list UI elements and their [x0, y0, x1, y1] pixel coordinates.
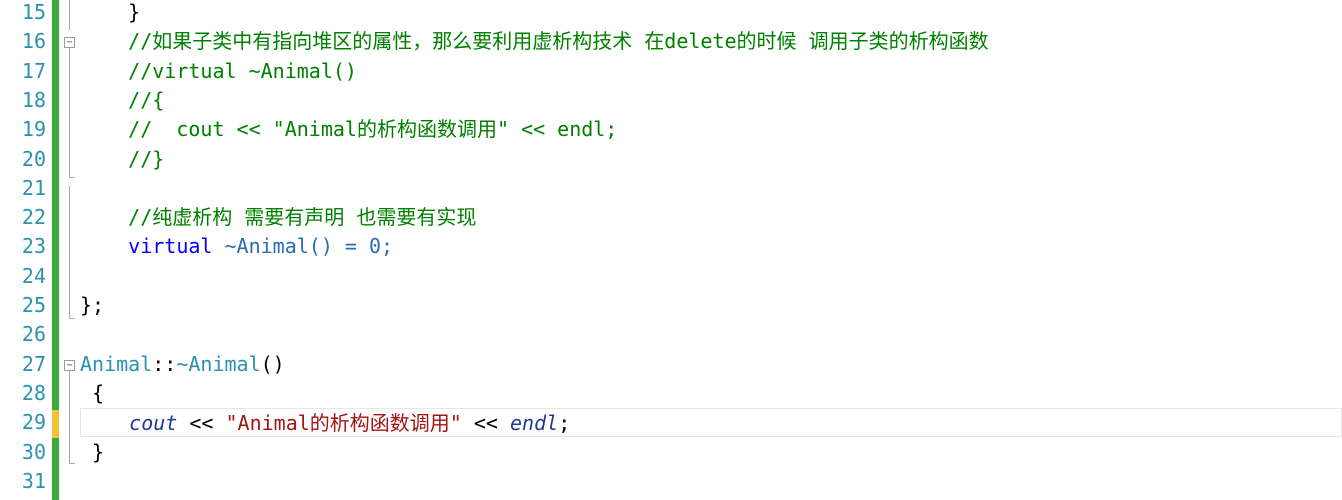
- line-number: 30: [21, 439, 46, 464]
- line-number: 27: [21, 351, 46, 376]
- line-number: 17: [21, 58, 46, 83]
- code-text: }: [92, 439, 105, 464]
- line-number: 15: [21, 0, 46, 24]
- unsaved-change-marker: [52, 410, 59, 438]
- code-text: (): [260, 351, 285, 376]
- collapse-icon[interactable]: −: [64, 360, 75, 371]
- line-number: 16: [21, 29, 46, 54]
- stream-operator: <<: [177, 411, 226, 436]
- stream-operator: <<: [461, 411, 511, 436]
- code-line: Animal::~Animal(): [80, 350, 1342, 379]
- outline-guide: [69, 0, 70, 30]
- code-line-comment: // cout << "Animal的析构函数调用" << endl;: [80, 115, 1342, 144]
- line-number-gutter: 15 16 17 18 19 20 21 22 23 24 25 26 27 2…: [0, 0, 52, 500]
- code-text: {: [92, 380, 105, 405]
- keyword-virtual: virtual: [128, 234, 213, 259]
- line-number: 29: [21, 410, 46, 435]
- collapse-icon[interactable]: −: [64, 37, 75, 48]
- line-number: 23: [21, 234, 46, 259]
- code-line: virtual ~Animal() = 0;: [80, 232, 1342, 261]
- code-line-current: cout << "Animal的析构函数调用" << endl;: [80, 408, 1342, 438]
- code-line-comment: //{: [80, 86, 1342, 115]
- class-name: Animal: [80, 351, 153, 376]
- outline-guide: [69, 186, 70, 318]
- line-number: 22: [21, 205, 46, 230]
- code-text: };: [80, 293, 105, 317]
- code-text: ~Animal() = 0;: [212, 234, 394, 259]
- code-line-comment: //纯虚析构 需要有声明 也需要有实现: [80, 203, 1342, 232]
- code-line: };: [80, 291, 1342, 320]
- semicolon: ;: [558, 411, 571, 436]
- outline-end-tick: [69, 177, 75, 178]
- line-number: 25: [21, 293, 46, 317]
- outline-end-tick: [69, 318, 75, 319]
- line-number: 21: [21, 175, 46, 200]
- code-editor[interactable]: 15 16 17 18 19 20 21 22 23 24 25 26 27 2…: [0, 0, 1342, 500]
- destructor-name: ~Animal: [176, 351, 261, 376]
- comment-text: //virtual ~Animal(): [80, 58, 357, 83]
- cout-identifier: cout: [129, 411, 178, 436]
- line-number: 26: [21, 322, 46, 347]
- outline-end-tick: [69, 463, 75, 464]
- scope-operator: ::: [152, 351, 177, 376]
- line-number: 28: [21, 380, 46, 405]
- line-number: 24: [21, 263, 46, 288]
- code-line: }: [80, 0, 1342, 27]
- line-number: 20: [21, 146, 46, 171]
- outline-guide: [69, 48, 70, 178]
- line-number: 19: [21, 117, 46, 142]
- code-line-comment: //virtual ~Animal(): [80, 57, 1342, 86]
- line-number: 18: [21, 87, 46, 112]
- comment-text: //如果子类中有指向堆区的属性，那么要利用虚析构技术 在delete的时候 调用…: [80, 29, 989, 54]
- outline-guide: [69, 371, 70, 463]
- code-line-comment: //如果子类中有指向堆区的属性，那么要利用虚析构技术 在delete的时候 调用…: [80, 27, 1342, 56]
- code-line-comment: //}: [80, 145, 1342, 174]
- string-literal: "Animal的析构函数调用": [225, 411, 462, 436]
- comment-text: // cout << "Animal的析构函数调用" << endl;: [80, 117, 618, 142]
- code-text: }: [80, 0, 141, 24]
- line-number: 31: [21, 468, 46, 493]
- code-line: }: [80, 438, 1342, 467]
- comment-text: //}: [80, 146, 165, 171]
- comment-text: //纯虚析构 需要有声明 也需要有实现: [80, 205, 477, 230]
- comment-text: //{: [80, 87, 165, 112]
- endl-identifier: endl: [510, 411, 559, 436]
- code-line: {: [80, 379, 1342, 408]
